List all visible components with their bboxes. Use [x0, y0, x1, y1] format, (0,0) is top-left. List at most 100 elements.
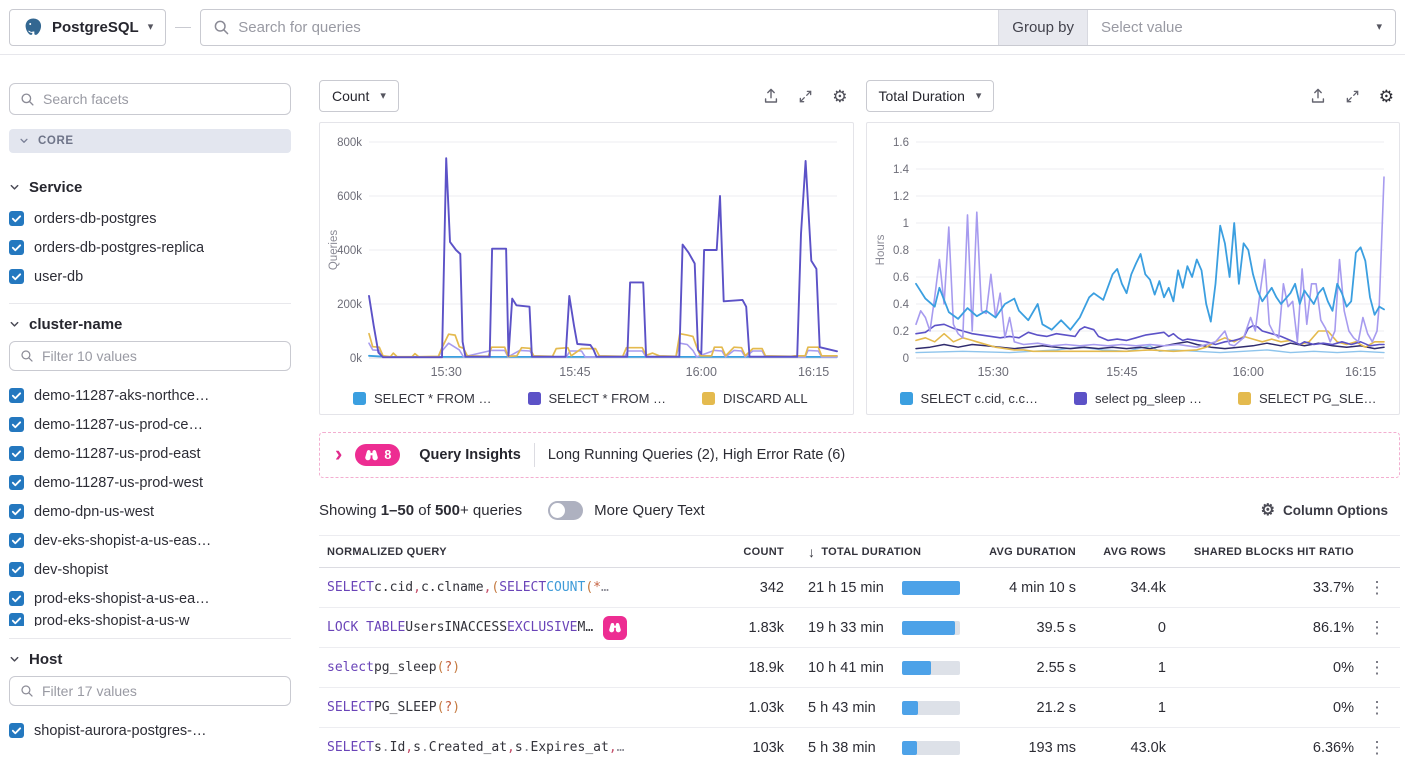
legend-item[interactable]: select pg_sleep … [1074, 391, 1202, 406]
export-icon[interactable] [1310, 88, 1326, 104]
svg-text:1.6: 1.6 [893, 137, 909, 149]
col-header-total-duration[interactable]: ↓ TOTAL DURATION [784, 544, 962, 560]
query-insight-badge[interactable] [603, 616, 627, 640]
gear-icon[interactable]: ⚙ [1379, 88, 1394, 105]
table-row[interactable]: select pg_sleep ( ? )18.9k10 h 41 min2.5… [319, 648, 1400, 688]
avg-duration-cell: 4 min 10 s [962, 580, 1076, 596]
group-by-dropdown[interactable]: Select value ▾ [1087, 10, 1395, 45]
row-menu-kebab-icon[interactable]: ⋮ [1354, 578, 1400, 598]
chart-widget-count: Count ▾ ⚙ 0k200k400k600k800k15:3015:4516… [319, 79, 854, 415]
query-insights-banner[interactable]: › 8 Query Insights Long Running Queries … [319, 432, 1400, 478]
facet-checkbox-item[interactable]: demo-11287-us-prod-east [9, 439, 291, 468]
checkbox-checked[interactable] [9, 240, 24, 255]
facet-checkbox-item[interactable]: dev-eks-shopist-a-us-eas… [9, 526, 291, 555]
legend-item[interactable]: SELECT * FROM … [353, 391, 492, 406]
count-cell: 103k [720, 740, 784, 756]
row-menu-kebab-icon[interactable]: ⋮ [1354, 738, 1400, 758]
checkbox-checked[interactable] [9, 475, 24, 490]
checkbox-checked[interactable] [9, 417, 24, 432]
legend-swatch [702, 392, 715, 405]
fullscreen-icon[interactable] [798, 89, 813, 104]
checkbox-checked[interactable] [9, 446, 24, 461]
sql-token: s [413, 740, 421, 755]
check-icon [11, 242, 22, 253]
avg-duration-cell: 193 ms [962, 740, 1076, 756]
facet-filter [9, 676, 291, 706]
legend-item[interactable]: SELECT PG_SLE… [1238, 391, 1377, 406]
facet-checkbox-item[interactable]: prod-eks-shopist-a-us-w [9, 613, 291, 626]
col-header-avg-rows[interactable]: AVG ROWS [1076, 546, 1166, 558]
legend-label: SELECT c.cid, c.c… [921, 391, 1039, 406]
facet-item-label: dev-eks-shopist-a-us-eas… [34, 533, 211, 549]
facet-checkbox-item[interactable]: shopist-aurora-postgres-… [9, 716, 291, 745]
total-duration-value: 21 h 15 min [808, 580, 902, 596]
table-row[interactable]: LOCK TABLE Users IN ACCESS EXCLUSIVE M…1… [319, 608, 1400, 648]
svg-text:1.4: 1.4 [893, 164, 910, 176]
more-query-text-toggle[interactable] [548, 501, 583, 520]
sql-token: SELECT [327, 740, 374, 755]
column-options-button[interactable]: ⚙ Column Options [1261, 500, 1400, 520]
check-icon [11, 271, 22, 282]
col-header-normalized-query[interactable]: NORMALIZED QUERY [319, 546, 720, 558]
table-row[interactable]: SELECT PG_SLEEP ( ? )1.03k5 h 43 min21.2… [319, 688, 1400, 728]
facet-section-header[interactable]: Service [9, 179, 291, 196]
legend-item[interactable]: DISCARD ALL [702, 391, 808, 406]
checkbox-checked[interactable] [9, 504, 24, 519]
col-header-count[interactable]: COUNT [720, 546, 784, 558]
metric-dropdown-count[interactable]: Count ▾ [319, 80, 399, 112]
facet-checkbox-item[interactable]: dev-shopist [9, 555, 291, 584]
checkbox-checked[interactable] [9, 562, 24, 577]
legend-label: SELECT PG_SLE… [1259, 391, 1377, 406]
facet-section-header[interactable]: Host [9, 651, 291, 668]
gear-icon[interactable]: ⚙ [832, 88, 847, 105]
metric-dropdown-total-duration[interactable]: Total Duration ▾ [866, 80, 995, 112]
facet-checkbox-item[interactable]: demo-dpn-us-west [9, 497, 291, 526]
checkbox-checked[interactable] [9, 533, 24, 548]
facet-search-input[interactable] [43, 91, 280, 107]
row-menu-kebab-icon[interactable]: ⋮ [1354, 658, 1400, 678]
facet-filter-input[interactable] [42, 348, 280, 364]
checkbox-checked[interactable] [9, 211, 24, 226]
fullscreen-icon[interactable] [1345, 89, 1360, 104]
col-header-total-duration-label: TOTAL DURATION [821, 546, 921, 558]
datasource-dropdown[interactable]: PostgreSQL ▾ [9, 9, 166, 46]
core-group-header[interactable]: CORE [9, 129, 291, 153]
query-cell: SELECT s. Id, s. Created_at, s. Expires_… [319, 740, 720, 755]
facet-checkbox-item[interactable]: demo-11287-us-prod-west [9, 468, 291, 497]
row-menu-kebab-icon[interactable]: ⋮ [1354, 618, 1400, 638]
col-header-shared-blocks-hit-ratio[interactable]: SHARED BLOCKS HIT RATIO [1166, 546, 1354, 558]
query-search-input[interactable] [238, 10, 998, 45]
chevron-right-icon[interactable]: › [335, 445, 342, 463]
legend-item[interactable]: SELECT * FROM … [528, 391, 667, 406]
facet-item-label: prod-eks-shopist-a-us-w [34, 613, 190, 626]
checkbox-checked[interactable] [9, 591, 24, 606]
svg-text:0.4: 0.4 [893, 299, 910, 311]
avg-duration-cell: 2.55 s [962, 660, 1076, 676]
facet-checkbox-item[interactable]: orders-db-postgres [9, 204, 291, 233]
total-duration-cell: 10 h 41 min [784, 660, 962, 676]
legend-item[interactable]: SELECT c.cid, c.c… [900, 391, 1039, 406]
facet-checkbox-item[interactable]: demo-11287-us-prod-ce… [9, 410, 291, 439]
total-duration-line-chart: 00.20.40.60.811.21.41.615:3015:4516:0016… [872, 132, 1392, 384]
avg-rows-cell: 34.4k [1076, 580, 1166, 596]
row-menu-kebab-icon[interactable]: ⋮ [1354, 698, 1400, 718]
facet-section-header[interactable]: cluster-name [9, 316, 291, 333]
facet-checkbox-item[interactable]: user-db [9, 262, 291, 291]
checkbox-checked[interactable] [9, 269, 24, 284]
facet-checkbox-item[interactable]: prod-eks-shopist-a-us-ea… [9, 584, 291, 613]
facet-checkbox-item[interactable]: demo-11287-aks-northce… [9, 381, 291, 410]
col-header-avg-duration[interactable]: AVG DURATION [962, 546, 1076, 558]
facet-filter-input[interactable] [42, 683, 280, 699]
checkbox-checked[interactable] [9, 388, 24, 403]
checkbox-checked[interactable] [9, 613, 24, 626]
topbar: PostgreSQL ▾ Group by Select value ▾ [0, 0, 1405, 55]
table-row[interactable]: SELECT c.cid, c.clname, ( SELECT COUNT (… [319, 568, 1400, 608]
legend-swatch [353, 392, 366, 405]
sort-descending-icon[interactable]: ↓ [808, 544, 815, 560]
sql-token: SELECT [327, 700, 374, 715]
table-row[interactable]: SELECT s. Id, s. Created_at, s. Expires_… [319, 728, 1400, 759]
avg-rows-cell: 1 [1076, 700, 1166, 716]
facet-checkbox-item[interactable]: orders-db-postgres-replica [9, 233, 291, 262]
checkbox-checked[interactable] [9, 723, 24, 738]
export-icon[interactable] [763, 88, 779, 104]
